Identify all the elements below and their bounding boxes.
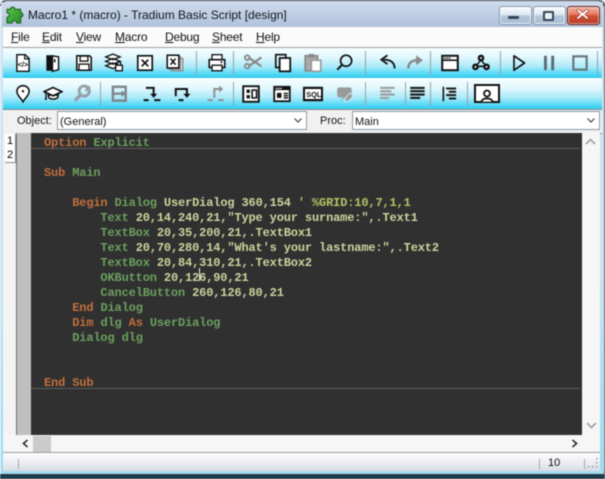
svg-text:SQL: SQL [306, 90, 322, 99]
svg-text:</>: </> [18, 60, 28, 69]
